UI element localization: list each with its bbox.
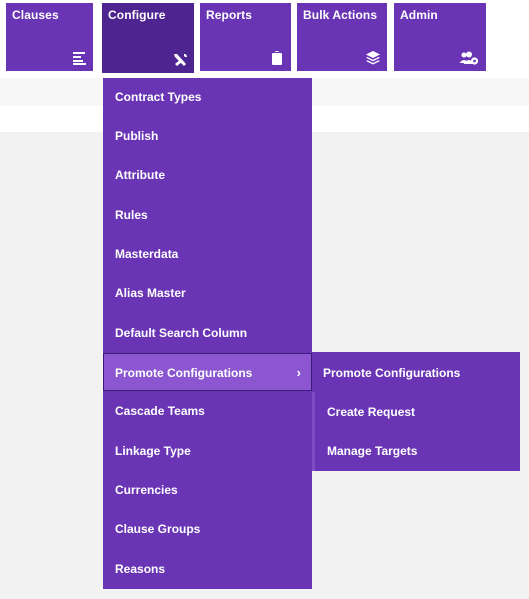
menu-item-attribute[interactable]: Attribute <box>103 156 312 194</box>
nav-tile-bulk-actions[interactable]: Bulk Actions <box>297 3 387 71</box>
menu-item-label: Promote Configurations <box>115 366 253 380</box>
menu-item-reasons[interactable]: Reasons <box>103 550 312 588</box>
menu-item-cascade-teams[interactable]: Cascade Teams <box>103 392 312 430</box>
submenu-item-create-request[interactable]: Create Request <box>312 393 520 431</box>
clipboard-icon <box>272 51 282 65</box>
chevron-right-icon: › <box>296 365 301 380</box>
promote-configurations-submenu: Promote Configurations Create Request Ma… <box>312 352 520 471</box>
nav-tile-configure[interactable]: Configure <box>102 3 194 73</box>
submenu-item-manage-targets[interactable]: Manage Targets <box>312 432 520 470</box>
menu-item-promote-configurations[interactable]: Promote Configurations › <box>103 353 312 391</box>
submenu-item-promote-configurations[interactable]: Promote Configurations <box>312 354 520 392</box>
menu-item-rules[interactable]: Rules <box>103 196 312 234</box>
menu-item-masterdata[interactable]: Masterdata <box>103 235 312 273</box>
layers-icon <box>366 51 380 65</box>
nav-tile-admin[interactable]: Admin <box>394 3 486 71</box>
menu-item-clause-groups[interactable]: Clause Groups <box>103 510 312 548</box>
menu-item-publish[interactable]: Publish <box>103 117 312 155</box>
nav-tile-reports[interactable]: Reports <box>200 3 291 71</box>
menu-item-linkage-type[interactable]: Linkage Type <box>103 432 312 470</box>
users-gear-icon <box>459 51 479 65</box>
nav-tile-label: Reports <box>206 8 253 22</box>
nav-tile-label: Clauses <box>12 8 59 22</box>
menu-item-default-search-column[interactable]: Default Search Column <box>103 314 312 352</box>
menu-item-currencies[interactable]: Currencies <box>103 471 312 509</box>
menu-item-contract-types[interactable]: Contract Types <box>103 78 312 116</box>
nav-tile-clauses[interactable]: Clauses <box>6 3 93 71</box>
tools-icon <box>174 53 188 66</box>
nav-tile-label: Bulk Actions <box>303 8 378 22</box>
menu-item-alias-master[interactable]: Alias Master <box>103 274 312 312</box>
configure-dropdown-menu: Contract Types Publish Attribute Rules M… <box>103 78 312 589</box>
nav-tile-label: Configure <box>108 8 166 22</box>
list-align-icon <box>73 52 86 65</box>
app-screen: Clauses Configure Reports Bulk Actions A… <box>0 0 529 599</box>
nav-tile-label: Admin <box>400 8 438 22</box>
